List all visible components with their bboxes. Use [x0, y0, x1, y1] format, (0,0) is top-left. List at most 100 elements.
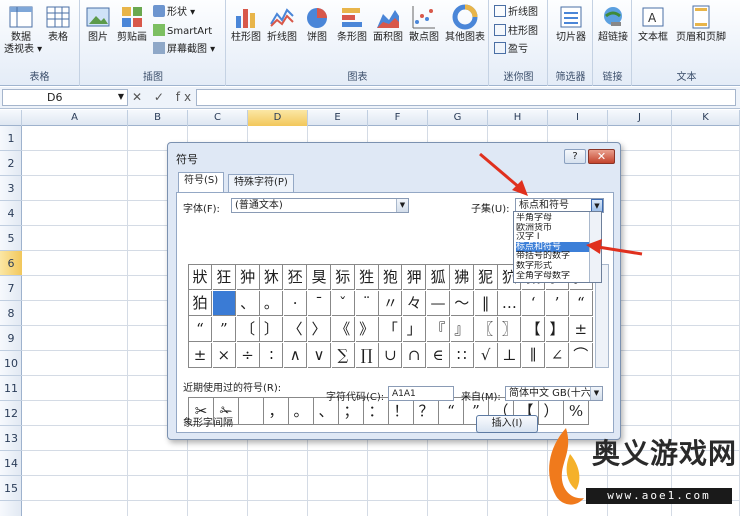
- subset-option[interactable]: 半角字母: [516, 213, 589, 223]
- symbol-cell[interactable]: ∈: [427, 343, 450, 368]
- symbol-cell[interactable]: 狎: [403, 265, 427, 290]
- symbol-cell[interactable]: 狇: [260, 265, 284, 290]
- header-footer-button[interactable]: 页眉和页脚: [673, 4, 729, 44]
- row-header[interactable]: 11: [0, 376, 22, 401]
- hyperlink-button[interactable]: 超链接: [595, 4, 631, 44]
- textbox-button[interactable]: A 文本框: [635, 4, 671, 44]
- symbol-cell[interactable]: ‖: [474, 291, 498, 316]
- select-all-corner[interactable]: [0, 110, 22, 126]
- symbol-cell[interactable]: 狀: [189, 265, 212, 290]
- symbol-cell[interactable]: ±: [189, 343, 212, 368]
- column-header[interactable]: F: [368, 110, 428, 126]
- subset-option[interactable]: 数字形式: [516, 261, 589, 271]
- symbol-cell[interactable]: [212, 291, 236, 316]
- recent-symbol[interactable]: ！: [389, 398, 414, 425]
- column-header[interactable]: B: [128, 110, 188, 126]
- from-select[interactable]: 简体中文 GB(十六 ▼: [505, 386, 603, 401]
- clipart-button[interactable]: 剪贴画: [115, 4, 149, 44]
- row-header[interactable]: 14: [0, 451, 22, 476]
- symbol-cell[interactable]: 】: [546, 317, 569, 342]
- picture-button[interactable]: 图片: [83, 4, 113, 44]
- symbol-cell[interactable]: ¨: [355, 291, 379, 316]
- symbol-cell[interactable]: 狐: [427, 265, 450, 290]
- sparkline-line-button[interactable]: 折线图: [494, 5, 538, 19]
- column-header[interactable]: C: [188, 110, 248, 126]
- symbol-cell[interactable]: 狊: [308, 265, 331, 290]
- symbol-cell[interactable]: 「: [379, 317, 403, 342]
- recent-symbol[interactable]: ？: [414, 398, 439, 425]
- formula-buttons[interactable]: ✕ ✓ fx: [132, 90, 195, 104]
- symbol-cell[interactable]: √: [474, 343, 498, 368]
- sparkline-winloss-button[interactable]: 盈亏: [494, 42, 528, 56]
- recent-symbol[interactable]: ，: [264, 398, 289, 425]
- symbol-cell[interactable]: 狒: [450, 265, 474, 290]
- symbol-cell[interactable]: ～: [450, 291, 474, 316]
- shapes-button[interactable]: 形状 ▾: [153, 5, 195, 19]
- tab-special-characters[interactable]: 特殊字符(P): [228, 174, 294, 192]
- row-header[interactable]: 13: [0, 426, 22, 451]
- sparkline-column-button[interactable]: 柱形图: [494, 24, 538, 38]
- symbol-cell[interactable]: 〖: [474, 317, 498, 342]
- symbol-cell[interactable]: ‘: [522, 291, 546, 316]
- symbol-cell[interactable]: ∩: [403, 343, 427, 368]
- symbol-cell[interactable]: —: [427, 291, 450, 316]
- symbol-cell[interactable]: ∏: [355, 343, 379, 368]
- column-header[interactable]: K: [672, 110, 740, 126]
- pie-chart-button[interactable]: 饼图: [301, 4, 333, 44]
- symbol-cell[interactable]: ⊥: [498, 343, 522, 368]
- symbol-cell[interactable]: 〉: [308, 317, 331, 342]
- symbol-cell[interactable]: 『: [427, 317, 450, 342]
- symbol-cell[interactable]: 狉: [284, 265, 308, 290]
- symbol-cell[interactable]: ’: [546, 291, 569, 316]
- smartart-button[interactable]: SmartArt: [153, 24, 212, 38]
- subset-option[interactable]: 全角字母数字: [516, 271, 589, 281]
- symbol-cell[interactable]: ⌒: [569, 343, 593, 368]
- symbol-cell[interactable]: ∑: [331, 343, 355, 368]
- row-header[interactable]: 4: [0, 201, 22, 226]
- symbol-cell[interactable]: ×: [212, 343, 236, 368]
- symbol-cell[interactable]: “: [569, 291, 593, 316]
- subset-option[interactable]: 汉字 I: [516, 232, 589, 242]
- code-input[interactable]: A1A1: [388, 386, 454, 401]
- symbol-cell[interactable]: 【: [522, 317, 546, 342]
- symbol-cell[interactable]: 狌: [355, 265, 379, 290]
- symbol-cell[interactable]: ∪: [379, 343, 403, 368]
- pivot-table-button[interactable]: 数据 透视表 ▾: [4, 4, 42, 56]
- screenshot-button[interactable]: 屏幕截图 ▾: [153, 42, 215, 56]
- symbol-cell[interactable]: ∥: [522, 343, 546, 368]
- symbol-cell[interactable]: 狔: [474, 265, 498, 290]
- symbol-cell[interactable]: ˉ: [308, 291, 331, 316]
- recent-symbol[interactable]: ）: [539, 398, 564, 425]
- symbol-cell[interactable]: 《: [331, 317, 355, 342]
- row-header[interactable]: 8: [0, 301, 22, 326]
- name-box[interactable]: D6 ▼: [2, 89, 128, 106]
- column-header[interactable]: E: [308, 110, 368, 126]
- column-chart-button[interactable]: 柱形图: [229, 4, 263, 44]
- table-button[interactable]: 表格: [42, 4, 74, 44]
- scatter-chart-button[interactable]: 散点图: [407, 4, 441, 44]
- column-header[interactable]: G: [428, 110, 488, 126]
- row-header[interactable]: 5: [0, 226, 22, 251]
- symbol-cell[interactable]: ∠: [546, 343, 569, 368]
- symbol-cell[interactable]: 狍: [379, 265, 403, 290]
- column-header[interactable]: J: [608, 110, 672, 126]
- symbol-cell[interactable]: 〈: [284, 317, 308, 342]
- row-header[interactable]: 2: [0, 151, 22, 176]
- row-header[interactable]: 10: [0, 351, 22, 376]
- row-header[interactable]: 15: [0, 476, 22, 501]
- symbol-cell[interactable]: …: [498, 291, 522, 316]
- symbol-cell[interactable]: 狂: [212, 265, 236, 290]
- symbol-cell[interactable]: ±: [569, 317, 593, 342]
- area-chart-button[interactable]: 面积图: [371, 4, 405, 44]
- symbol-cell[interactable]: 」: [403, 317, 427, 342]
- symbol-cell[interactable]: 〗: [498, 317, 522, 342]
- insert-button[interactable]: 插入(I): [476, 415, 538, 433]
- symbol-cell[interactable]: ∶: [260, 343, 284, 368]
- tab-symbols[interactable]: 符号(S): [178, 172, 225, 193]
- row-header[interactable]: 6: [0, 251, 22, 276]
- row-header[interactable]: 9: [0, 326, 22, 351]
- recent-symbol[interactable]: %: [564, 398, 589, 425]
- symbol-cell[interactable]: “: [189, 317, 212, 342]
- row-header[interactable]: 3: [0, 176, 22, 201]
- recent-symbol[interactable]: [239, 398, 264, 425]
